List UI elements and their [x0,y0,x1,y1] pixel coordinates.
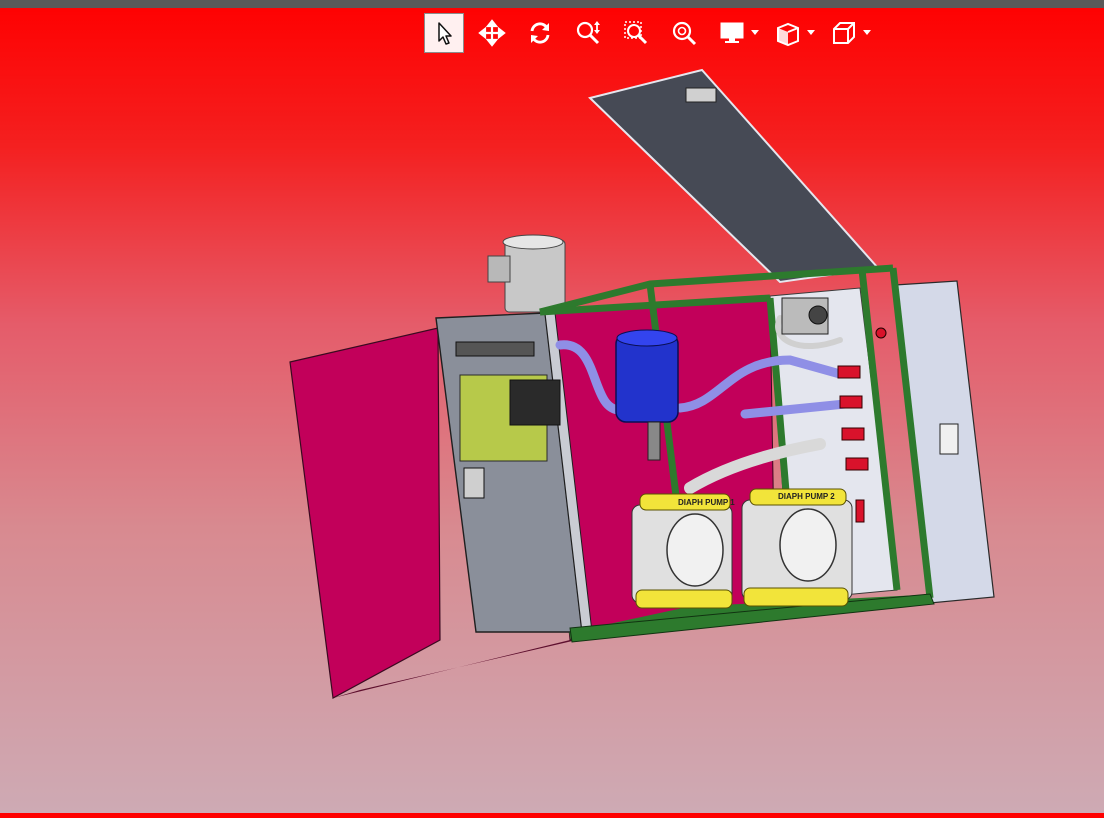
cad-model: DIAPH PUMP 1 DIAPH PUMP 2 [289,68,995,699]
open-lid [588,68,880,284]
door-handle [463,467,485,499]
right-panel-latch [939,423,959,455]
lid-latch [685,87,717,103]
pan-move-icon [478,19,506,47]
view-orientation-button[interactable] [824,13,864,53]
motor-top [502,234,564,250]
pump-2-label: DIAPH PUMP 2 [778,492,835,501]
filter-drain [647,421,661,461]
diaphragm-pump-2 [741,488,853,607]
select-tool-button[interactable] [424,13,464,53]
chevron-down-icon [863,30,871,35]
filter-housing [615,333,679,423]
zoom-tool-button[interactable] [568,13,608,53]
zoom-window-icon [624,21,648,45]
indicator-light [875,327,887,339]
section-cube-icon [777,22,799,47]
pump-1-label: DIAPH PUMP 1 [678,498,735,507]
zoom-fit-icon [672,21,697,46]
zoom-fit-button[interactable] [664,13,704,53]
door-switch [509,379,561,426]
zoom-icon [576,21,600,45]
chevron-down-icon [807,30,815,35]
regulator-gauge [808,305,828,325]
door-hinge-top [455,341,535,357]
motor-junction-box [487,255,511,283]
view-toolbar [424,13,880,53]
section-view-button[interactable] [768,13,808,53]
select-arrow-icon [438,22,452,45]
view-cube-icon [833,22,855,44]
section-view-dropdown[interactable] [806,13,816,53]
diaphragm-pump-1 [631,493,733,609]
display-style-button[interactable] [712,13,752,53]
enclosure-left-panel [289,327,441,699]
filter-cap [616,329,678,347]
chevron-down-icon [751,30,759,35]
zoom-window-button[interactable] [616,13,656,53]
view-orientation-dropdown[interactable] [862,13,872,53]
display-style-dropdown[interactable] [750,13,760,53]
rotate-icon [530,22,550,44]
rotate-tool-button[interactable] [520,13,560,53]
3d-viewport[interactable]: DIAPH PUMP 1 DIAPH PUMP 2 [0,0,1104,813]
monitor-icon [720,22,744,43]
motor-body [504,239,566,313]
pan-tool-button[interactable] [472,13,512,53]
